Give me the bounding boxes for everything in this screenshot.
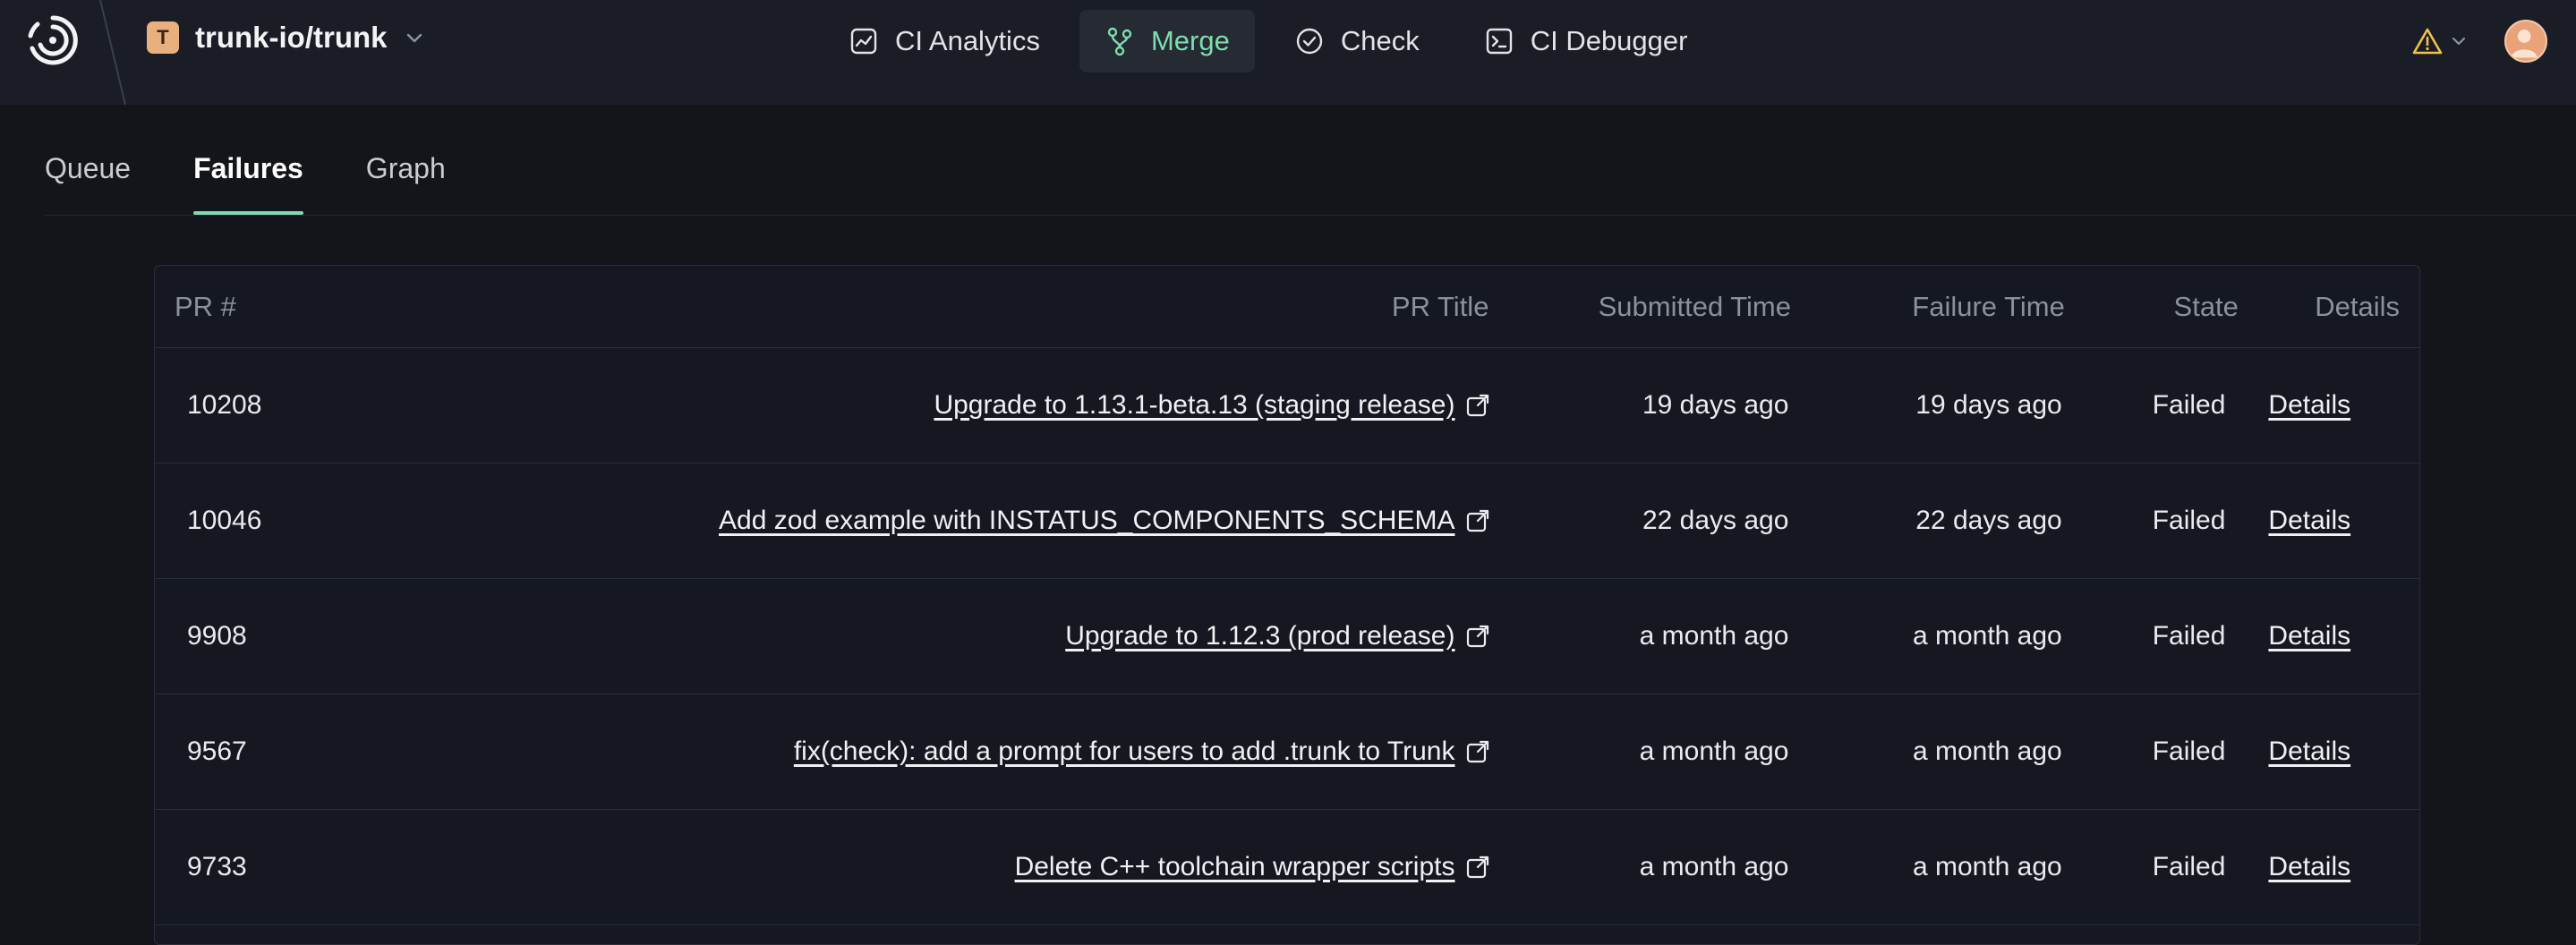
nav-label: CI Analytics xyxy=(895,25,1040,56)
top-bar: T trunk-io/trunk CI Analytics Merge Chec… xyxy=(0,0,2576,105)
warning-icon xyxy=(2412,28,2443,55)
check-circle-icon xyxy=(1296,28,1323,55)
state: Failed xyxy=(2152,506,2226,535)
pr-title: Delete C++ toolchain wrapper scripts xyxy=(1014,852,1455,881)
external-link-icon xyxy=(1467,740,1489,763)
merge-icon xyxy=(1107,27,1132,56)
state: Failed xyxy=(2152,621,2226,651)
column-header-state: State xyxy=(2173,290,2239,322)
external-link-icon xyxy=(1467,856,1489,879)
column-header-details: Details xyxy=(2315,290,2401,322)
external-link-icon xyxy=(1467,394,1489,417)
table-row: 9567 fix(check): add a prompt for users … xyxy=(155,694,2419,810)
pr-title: Upgrade to 1.12.3 (prod release) xyxy=(1065,621,1455,651)
pr-number: 10208 xyxy=(187,390,262,420)
table-row: 9908 Upgrade to 1.12.3 (prod release) a … xyxy=(155,579,2419,694)
column-header-failure-time: Failure Time xyxy=(1912,290,2065,322)
nav-label: CI Debugger xyxy=(1530,25,1688,56)
nav-ci-debugger[interactable]: CI Debugger xyxy=(1459,10,1713,72)
table-row: 9733 Delete C++ toolchain wrapper script… xyxy=(155,810,2419,925)
submitted-time: a month ago xyxy=(1639,852,1789,881)
tabs-divider xyxy=(45,215,2576,216)
column-header-submitted: Submitted Time xyxy=(1598,290,1791,322)
external-link-icon xyxy=(1467,625,1489,648)
state: Failed xyxy=(2152,390,2226,420)
details-link[interactable]: Details xyxy=(2268,506,2350,535)
header-divider xyxy=(99,0,126,105)
pr-title: Upgrade to 1.13.1-beta.13 (staging relea… xyxy=(934,390,1455,420)
column-header-pr: PR # xyxy=(175,290,236,322)
details-link[interactable]: Details xyxy=(2268,736,2350,766)
submitted-time: 19 days ago xyxy=(1642,390,1789,420)
state: Failed xyxy=(2152,736,2226,766)
external-link-icon xyxy=(1467,509,1489,532)
table-row: 10208 Upgrade to 1.13.1-beta.13 (staging… xyxy=(155,348,2419,464)
nav-ci-analytics[interactable]: CI Analytics xyxy=(823,10,1065,72)
state: Failed xyxy=(2152,852,2226,881)
nav-check[interactable]: Check xyxy=(1269,10,1445,72)
pr-title-link[interactable]: Add zod example with INSTATUS_COMPONENTS… xyxy=(719,506,1490,536)
pr-title: Add zod example with INSTATUS_COMPONENTS… xyxy=(719,506,1455,535)
table-row: 10046 Add zod example with INSTATUS_COMP… xyxy=(155,464,2419,579)
chevron-down-icon xyxy=(407,33,422,43)
tab-failures[interactable]: Failures xyxy=(193,143,303,215)
trunk-logo-icon[interactable] xyxy=(25,13,81,68)
pr-title-link[interactable]: Delete C++ toolchain wrapper scripts xyxy=(1015,852,1491,882)
column-header-title: PR Title xyxy=(1391,290,1489,322)
failure-time: 22 days ago xyxy=(1915,506,2062,535)
user-icon xyxy=(2511,30,2538,58)
nav-label: Check xyxy=(1340,25,1420,56)
org-selector[interactable]: T trunk-io/trunk xyxy=(147,20,426,55)
pr-title-link[interactable]: fix(check): add a prompt for users to ad… xyxy=(794,736,1491,767)
pr-title-cell: Upgrade to 1.13.1-beta.13 (staging relea… xyxy=(330,390,1503,421)
failure-time: a month ago xyxy=(1912,736,2062,766)
terminal-icon xyxy=(1486,28,1512,55)
tab-queue[interactable]: Queue xyxy=(45,143,131,215)
top-right-actions xyxy=(2411,18,2547,64)
chevron-down-icon xyxy=(2452,37,2466,46)
pr-title-cell: fix(check): add a prompt for users to ad… xyxy=(330,736,1503,767)
failures-table: PR # PR Title Submitted Time Failure Tim… xyxy=(154,265,2420,945)
submitted-time: a month ago xyxy=(1639,621,1789,651)
pr-title-link[interactable]: Upgrade to 1.12.3 (prod release) xyxy=(1065,621,1490,651)
failure-time: 19 days ago xyxy=(1915,390,2062,420)
merge-tabs: Queue Failures Graph xyxy=(45,143,446,215)
pr-title: fix(check): add a prompt for users to ad… xyxy=(793,736,1455,766)
pr-number: 10046 xyxy=(187,506,262,535)
pr-number: 9733 xyxy=(187,852,247,881)
details-link[interactable]: Details xyxy=(2268,390,2350,420)
pr-number: 9567 xyxy=(187,736,247,766)
failure-time: a month ago xyxy=(1912,852,2062,881)
org-name: trunk-io/trunk xyxy=(195,21,388,54)
submitted-time: 22 days ago xyxy=(1642,506,1789,535)
user-avatar[interactable] xyxy=(2504,20,2547,63)
main-nav: CI Analytics Merge Check CI Debugger xyxy=(823,10,1712,72)
chart-icon xyxy=(850,28,877,55)
table-header: PR # PR Title Submitted Time Failure Tim… xyxy=(155,266,2419,348)
pr-title-cell: Add zod example with INSTATUS_COMPONENTS… xyxy=(330,506,1503,536)
submitted-time: a month ago xyxy=(1639,736,1789,766)
pr-number: 9908 xyxy=(187,621,247,651)
details-link[interactable]: Details xyxy=(2268,852,2350,881)
failure-time: a month ago xyxy=(1912,621,2062,651)
nav-merge[interactable]: Merge xyxy=(1079,10,1255,72)
details-link[interactable]: Details xyxy=(2268,621,2350,651)
pr-title-cell: Upgrade to 1.12.3 (prod release) xyxy=(330,621,1503,651)
org-badge: T xyxy=(147,21,179,54)
pr-title-link[interactable]: Upgrade to 1.13.1-beta.13 (staging relea… xyxy=(934,390,1490,421)
tab-graph[interactable]: Graph xyxy=(366,143,446,215)
nav-label: Merge xyxy=(1150,25,1230,56)
pr-title-cell: Delete C++ toolchain wrapper scripts xyxy=(330,852,1503,882)
warnings-menu[interactable] xyxy=(2411,26,2469,56)
